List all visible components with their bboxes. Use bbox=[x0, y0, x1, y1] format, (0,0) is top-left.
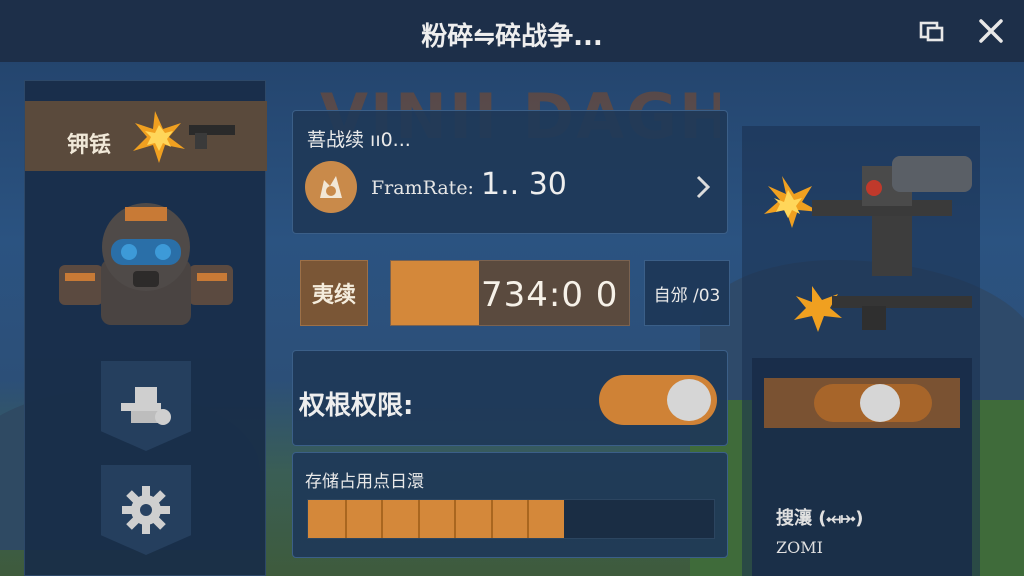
chevron-right-icon bbox=[696, 175, 711, 199]
framerate-selector[interactable]: FramRate: 1.. 30 bbox=[305, 159, 715, 213]
storage-progress-bar bbox=[307, 499, 715, 539]
quality-label: 夷续 bbox=[300, 260, 368, 326]
toggle-knob bbox=[860, 384, 900, 422]
helmet-character-icon bbox=[59, 203, 233, 325]
permission-card: 权根权限: bbox=[292, 350, 728, 446]
storage-segment-divider bbox=[417, 500, 420, 538]
storage-segment-divider bbox=[344, 500, 347, 538]
quality-slider-fill bbox=[391, 261, 480, 325]
storage-segment-divider bbox=[381, 500, 384, 538]
gear-icon bbox=[122, 486, 170, 534]
quality-slider[interactable]: 734:0 0 bbox=[390, 260, 630, 326]
weapon-banner: 钾铥 bbox=[25, 101, 267, 171]
window-title: 粉碎⇋碎战争... bbox=[421, 22, 603, 52]
turret-icon bbox=[764, 156, 972, 332]
storage-card: 存储占用点日澴 bbox=[292, 452, 728, 558]
storage-segment-divider bbox=[490, 500, 493, 538]
quality-value: 734:0 0 bbox=[481, 275, 619, 315]
vehicle-button[interactable] bbox=[101, 361, 191, 451]
restore-window-button[interactable] bbox=[915, 14, 949, 48]
right-preview-panel: 搜瀼 (⤟⤠) ZOMI bbox=[742, 126, 980, 576]
quality-side-button[interactable]: 自邠 /03 bbox=[644, 260, 730, 326]
cannon-icon bbox=[121, 387, 171, 425]
framerate-section-label: 䓊战续 ıı0... bbox=[307, 129, 411, 151]
close-window-button[interactable] bbox=[974, 14, 1008, 48]
right-toggle-container bbox=[764, 378, 960, 428]
right-toggle[interactable] bbox=[814, 384, 932, 422]
fps-emblem-icon bbox=[305, 161, 357, 213]
muzzle-flash-icon bbox=[133, 111, 235, 163]
right-setting-label: 搜瀼 (⤟⤠) bbox=[776, 508, 864, 529]
permission-label: 权根权限: bbox=[299, 391, 414, 421]
title-bar: 粉碎⇋碎战争... bbox=[0, 0, 1024, 62]
restore-window-icon bbox=[919, 21, 944, 42]
right-setting-value: ZOMI bbox=[776, 538, 823, 557]
player-avatar bbox=[49, 195, 243, 335]
framerate-label: FramRate: bbox=[371, 177, 474, 199]
banner-label: 钾铥 bbox=[67, 133, 112, 158]
framerate-value: 1.. 30 bbox=[481, 167, 567, 202]
permission-toggle[interactable] bbox=[599, 375, 717, 425]
right-settings-card: 搜瀼 (⤟⤠) ZOMI bbox=[752, 358, 972, 576]
storage-segment-divider bbox=[454, 500, 457, 538]
toggle-knob bbox=[667, 379, 711, 421]
storage-segment-divider bbox=[527, 500, 530, 538]
framerate-card: 䓊战续 ıı0... FramRate: 1.. 30 bbox=[292, 110, 728, 234]
settings-button[interactable] bbox=[101, 465, 191, 555]
left-character-panel: 钾铥 bbox=[24, 80, 267, 576]
close-icon bbox=[979, 19, 1003, 43]
quality-row: 夷续 734:0 0 自邠 /03 bbox=[300, 256, 730, 330]
storage-label: 存储占用点日澴 bbox=[305, 472, 424, 492]
turret-preview bbox=[742, 136, 980, 346]
